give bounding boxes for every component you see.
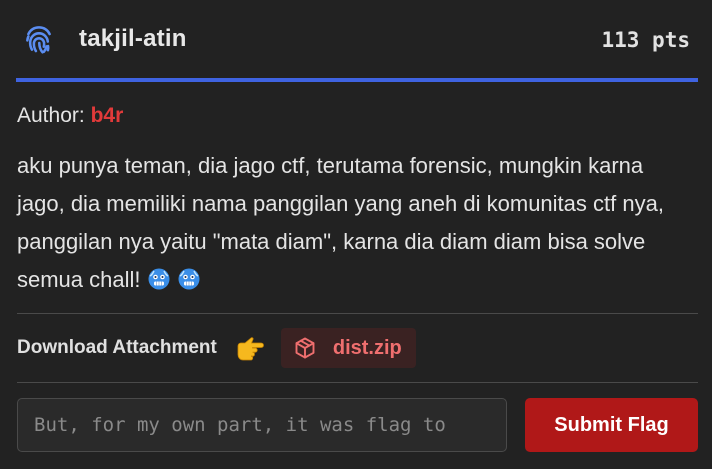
author-line: Author: b4r xyxy=(17,104,698,128)
flag-input[interactable] xyxy=(17,398,507,452)
submit-flag-button[interactable]: Submit Flag xyxy=(525,398,698,452)
author-label: Author: xyxy=(17,104,85,127)
package-icon xyxy=(293,336,317,360)
pointing-hand-icon xyxy=(235,335,265,361)
flag-submit-form: Submit Flag xyxy=(17,398,698,452)
challenge-header: takjil-atin 113 pts xyxy=(17,0,698,78)
challenge-description: aku punya teman, dia jago ctf, terutama … xyxy=(17,147,687,299)
challenge-title: takjil-atin xyxy=(79,25,187,52)
cold-face-emoji-icon xyxy=(147,265,171,290)
divider xyxy=(17,382,698,383)
challenge-points: 113 pts xyxy=(601,28,690,52)
challenge-card: takjil-atin 113 pts Author: b4r aku puny… xyxy=(0,0,712,469)
fingerprint-icon xyxy=(22,22,56,56)
attachment-label: Download Attachment xyxy=(17,337,217,358)
accent-divider xyxy=(16,78,698,82)
cold-face-emoji-icon xyxy=(177,265,201,290)
attachment-row: Download Attachment dist.zip xyxy=(17,314,698,382)
download-attachment-button[interactable]: dist.zip xyxy=(280,328,416,368)
description-text: aku punya teman, dia jago ctf, terutama … xyxy=(17,153,664,292)
attachment-file-name: dist.zip xyxy=(332,336,402,359)
author-name: b4r xyxy=(90,104,124,127)
